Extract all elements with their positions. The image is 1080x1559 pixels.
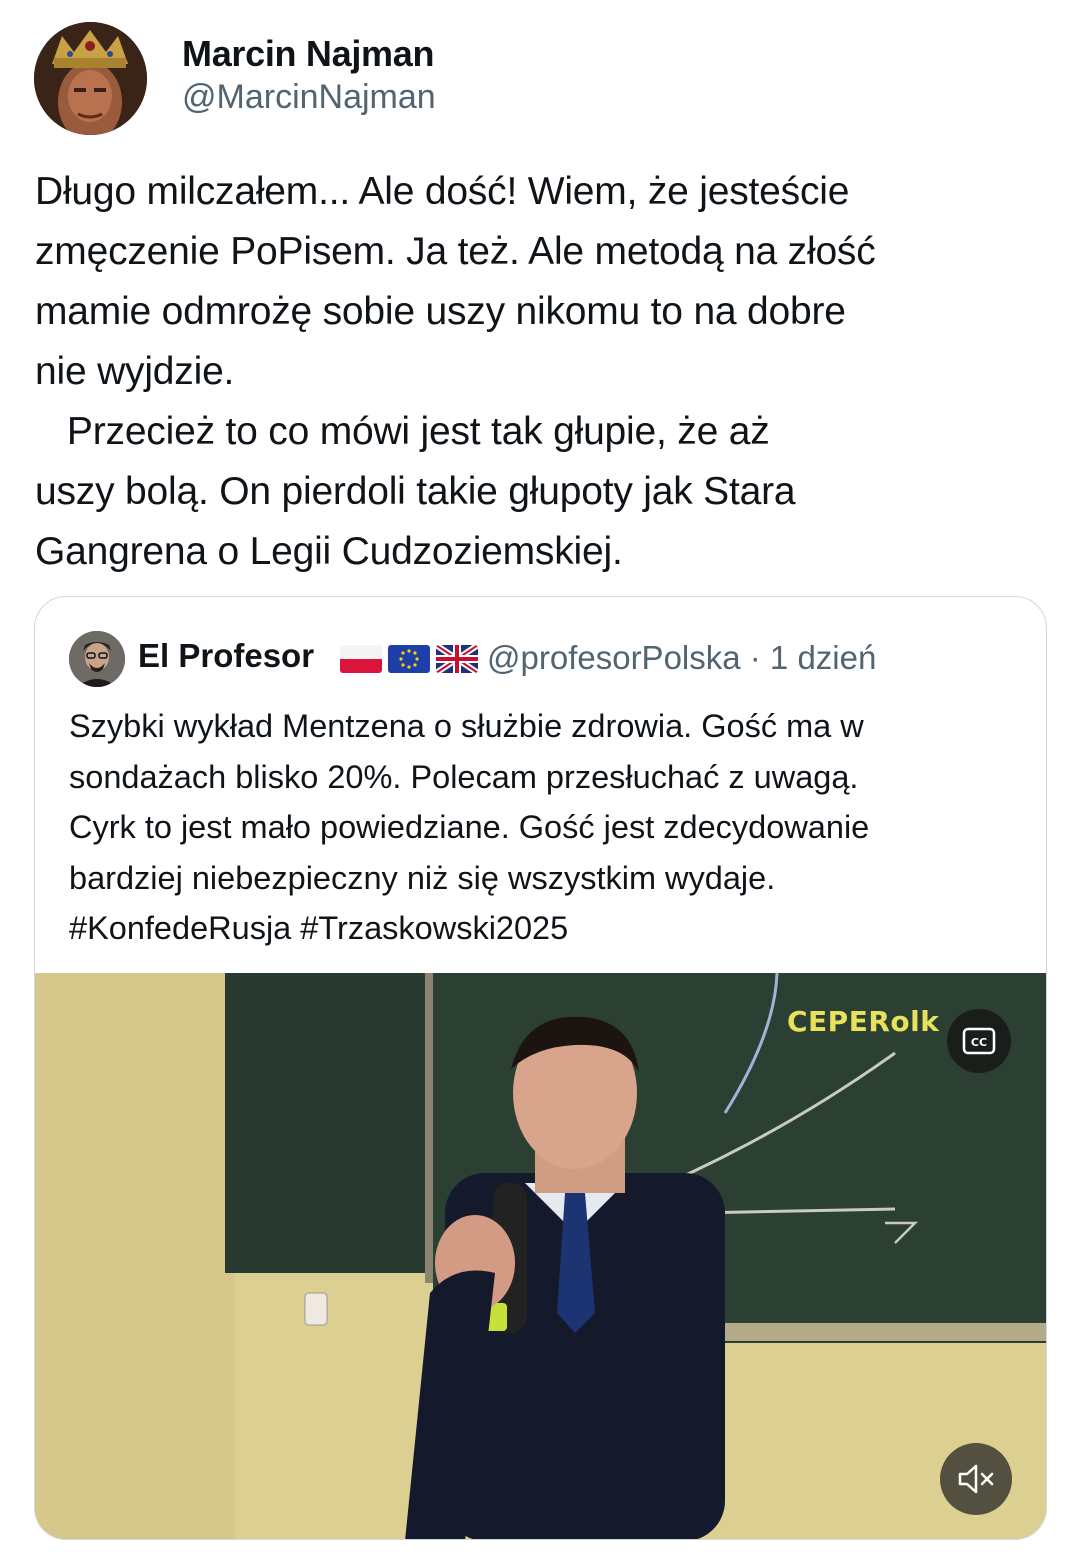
video-player[interactable]: CEPERolk CC <box>35 973 1046 1539</box>
flag-eu-icon <box>388 645 430 673</box>
tweet-text: Długo milczałem... Ale dość! Wiem, że je… <box>35 170 876 573</box>
author-avatar[interactable] <box>34 22 147 135</box>
flag-uk-icon <box>436 645 478 673</box>
author-name[interactable]: Marcin Najman <box>182 33 434 75</box>
flag-emojis <box>340 645 478 677</box>
quoted-handle-and-time[interactable]: @profesorPolska · 1 dzień <box>487 639 876 677</box>
quoted-tweet-card[interactable]: El Profesor @profesorPolska · 1 dzień Sz… <box>34 596 1047 1540</box>
cc-label: CC <box>971 1036 987 1049</box>
quoted-author-name[interactable]: El Profesor <box>138 637 314 675</box>
cc-icon: CC <box>962 1027 996 1055</box>
mute-button[interactable] <box>940 1443 1012 1515</box>
author-handle[interactable]: @MarcinNajman <box>182 78 436 117</box>
quoted-author-avatar[interactable] <box>69 631 125 687</box>
captions-button[interactable]: CC <box>947 1009 1011 1073</box>
flag-poland-icon <box>340 645 382 673</box>
quoted-tweet-text: Szybki wykład Mentzena o służbie zdrowia… <box>69 708 870 946</box>
video-frame <box>35 973 1046 1539</box>
tweet: Marcin Najman @MarcinNajman Długo milcza… <box>0 0 1080 1559</box>
mute-icon <box>958 1464 994 1494</box>
video-watermark: CEPERolk <box>787 1005 940 1038</box>
